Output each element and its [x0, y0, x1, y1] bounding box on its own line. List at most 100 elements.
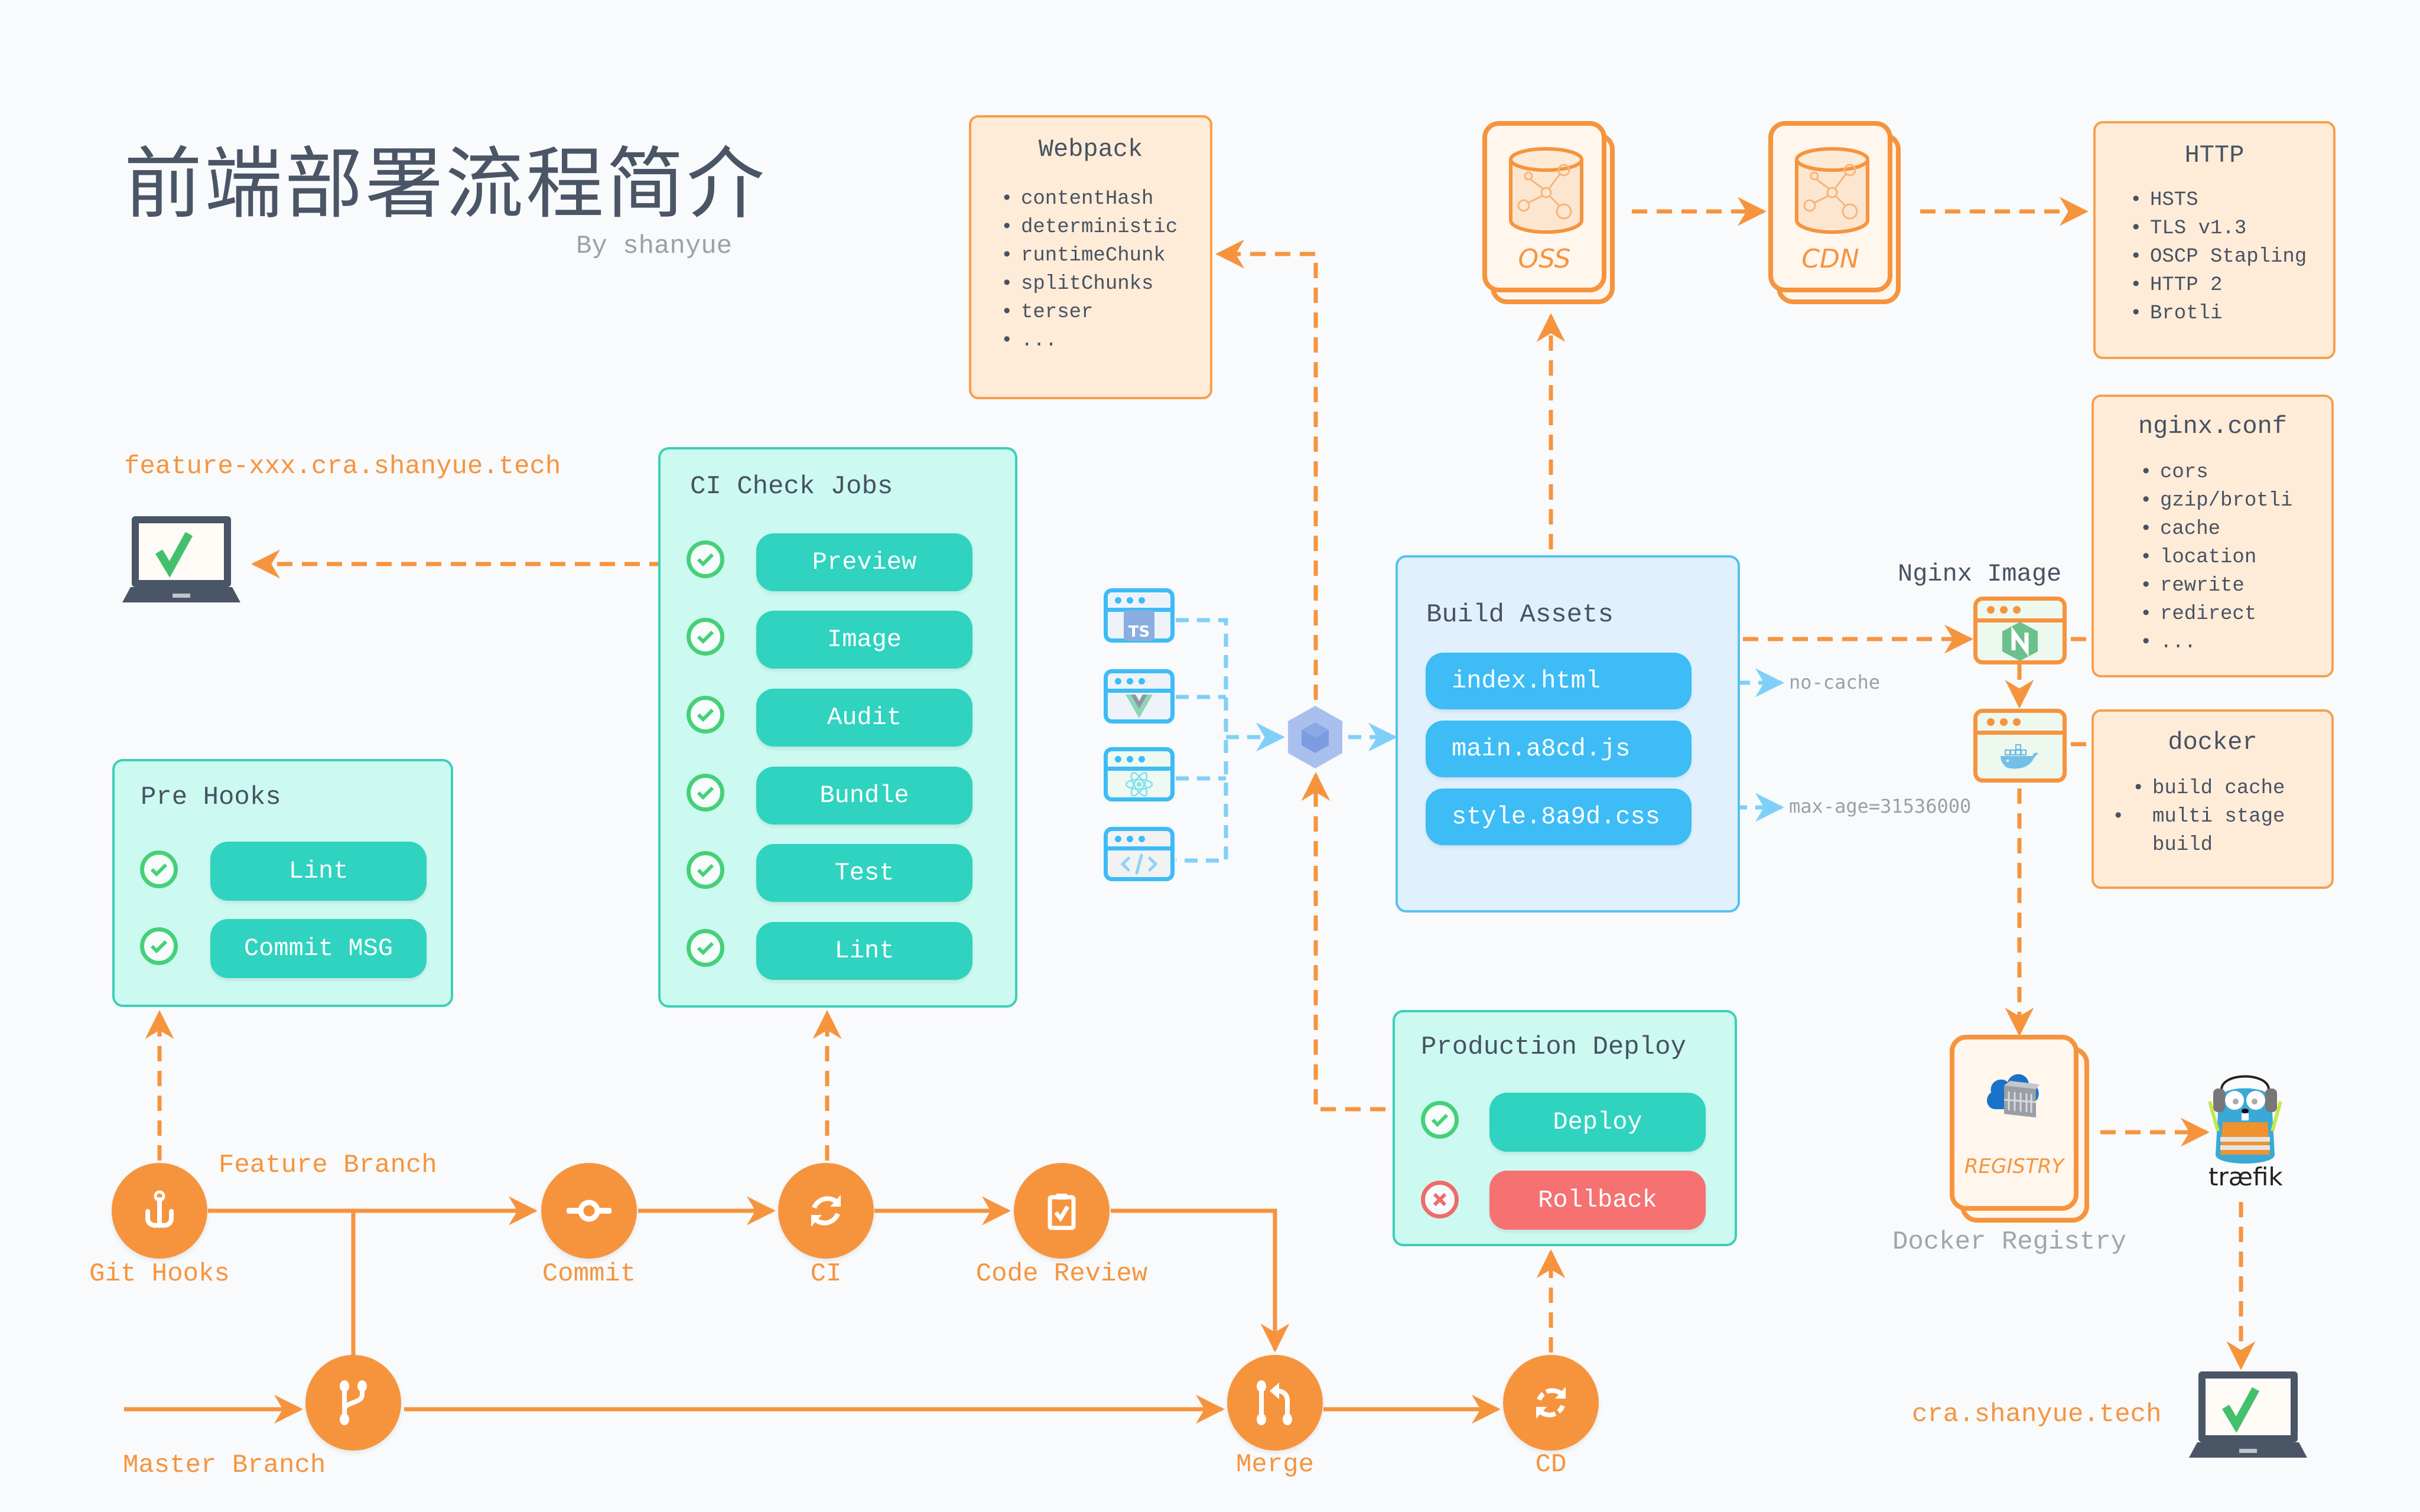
success-check-icon	[687, 929, 724, 967]
git-hooks-node[interactable]	[112, 1163, 207, 1259]
list-item: redirect	[2140, 600, 2331, 628]
list-item: splitChunks	[1001, 270, 1210, 298]
production-deploy-title: Production Deploy	[1421, 1032, 1686, 1062]
list-item: Brotli	[2130, 299, 2333, 328]
code-icon	[1108, 850, 1170, 877]
ci-label: CI	[810, 1259, 842, 1289]
list-item: ...	[1001, 327, 1210, 355]
list-item: rewrite	[2140, 572, 2331, 600]
ci-job-audit[interactable]: Audit	[756, 689, 972, 747]
list-item: cors	[2140, 458, 2331, 487]
http-config-box: HTTP HSTS TLS v1.3 OSCP Stapling HTTP 2 …	[2093, 121, 2336, 359]
success-check-icon	[140, 927, 178, 965]
typescript-icon: TS	[1108, 610, 1170, 641]
docker-list: build cache multi stage build	[2094, 774, 2304, 859]
cd-node[interactable]	[1503, 1355, 1599, 1451]
webpack-hub-to-webpack-box	[1215, 239, 1318, 700]
master-branch-label: Master Branch	[123, 1451, 326, 1480]
ci-node[interactable]	[778, 1163, 874, 1259]
git-hooks-label: Git Hooks	[89, 1259, 230, 1289]
list-item: gzip/brotli	[2140, 487, 2331, 515]
docker-registry[interactable]: REGISTRY	[1950, 1035, 2079, 1211]
nginx-image[interactable]	[1973, 597, 2067, 664]
list-item: ...	[2140, 628, 2331, 657]
docker-image[interactable]	[1973, 709, 2067, 783]
registry-icon	[1987, 1074, 2040, 1117]
list-item: multi stage build	[2132, 803, 2304, 859]
list-item: runtimeChunk	[1001, 242, 1210, 270]
pre-hook-commit-msg[interactable]: Commit MSG	[210, 919, 427, 978]
byline: By shanyue	[576, 232, 733, 261]
success-check-icon	[687, 618, 724, 656]
page-title: 前端部署流程简介	[124, 139, 767, 230]
production-url[interactable]: cra.shanyue.tech	[1912, 1400, 2161, 1429]
success-check-icon	[687, 696, 724, 734]
vue-icon	[1108, 693, 1170, 719]
database-icon	[1509, 147, 1583, 234]
asset-style-css[interactable]: style.8a9d.css	[1426, 788, 1692, 845]
react-source	[1104, 747, 1175, 801]
code-review-node[interactable]	[1014, 1163, 1110, 1259]
list-item: terser	[1001, 298, 1210, 327]
docker-title: docker	[2168, 728, 2258, 757]
ci-job-lint[interactable]: Lint	[756, 922, 972, 980]
docker-icon	[1977, 735, 2063, 778]
registry-card-label: REGISTRY	[1964, 1155, 2064, 1178]
ts-to-hub	[1176, 618, 1228, 863]
list-item: deterministic	[1001, 213, 1210, 242]
sync-icon	[811, 1195, 841, 1227]
rollback-button[interactable]: Rollback	[1489, 1171, 1706, 1230]
merge-icon	[1257, 1380, 1292, 1425]
cache-rule-no-cache: no-cache	[1789, 671, 1881, 693]
html-source	[1104, 827, 1175, 881]
nginx-conf-list: cors gzip/brotli cache location rewrite …	[2094, 458, 2331, 657]
webpack-title: Webpack	[1038, 135, 1143, 164]
traefik-label: træfik	[2208, 1162, 2283, 1191]
typescript-source: TS	[1104, 588, 1175, 643]
svg-text:TS: TS	[1128, 623, 1150, 641]
deploy-to-webpack	[1301, 772, 1385, 1112]
feature-branch-label: Feature Branch	[219, 1151, 437, 1180]
pre-hook-lint[interactable]: Lint	[210, 842, 427, 901]
branch-icon	[340, 1380, 367, 1425]
commit-node[interactable]	[541, 1163, 637, 1259]
list-item: HTTP 2	[2130, 271, 2333, 299]
commit-icon	[567, 1200, 611, 1222]
cd-label: CD	[1535, 1450, 1567, 1480]
success-check-icon	[687, 540, 724, 578]
merge-node[interactable]	[1227, 1355, 1323, 1451]
asset-index-html[interactable]: index.html	[1426, 653, 1692, 709]
ci-job-preview[interactable]: Preview	[756, 533, 972, 591]
success-check-icon	[140, 850, 178, 888]
list-item: TLS v1.3	[2130, 214, 2333, 243]
list-item: OSCP Stapling	[2130, 243, 2333, 271]
list-item: cache	[2140, 515, 2331, 543]
clipboard-check-icon	[1048, 1194, 1076, 1230]
ci-job-image[interactable]: Image	[756, 611, 972, 669]
react-icon	[1108, 771, 1170, 797]
oss-storage[interactable]: OSS	[1482, 121, 1606, 292]
ci-check-jobs-title: CI Check Jobs	[690, 472, 893, 501]
http-list: HSTS TLS v1.3 OSCP Stapling HTTP 2 Brotl…	[2096, 186, 2333, 328]
ci-job-test[interactable]: Test	[756, 844, 972, 902]
success-check-icon	[687, 774, 724, 812]
success-check-icon	[1421, 1101, 1459, 1139]
asset-main-js[interactable]: main.a8cd.js	[1426, 721, 1692, 777]
docker-registry-caption: Docker Registry	[1892, 1227, 2127, 1257]
success-check-icon	[687, 851, 724, 889]
fail-x-icon	[1421, 1181, 1459, 1218]
cdn-storage[interactable]: CDN	[1768, 121, 1892, 292]
laptop-check-icon	[122, 515, 240, 604]
list-item: HSTS	[2130, 186, 2333, 214]
ci-job-bundle[interactable]: Bundle	[756, 767, 972, 825]
preview-url[interactable]: feature-xxx.cra.shanyue.tech	[124, 452, 561, 481]
cdn-label: CDN	[1801, 244, 1859, 274]
code-review-label: Code Review	[975, 1259, 1148, 1289]
traefik-gopher-icon	[2198, 1066, 2292, 1166]
cache-rule-max-age: max-age=31536000	[1789, 795, 1972, 817]
commit-label: Commit	[542, 1259, 636, 1289]
master-branch-node[interactable]	[305, 1355, 401, 1451]
database-icon	[1795, 147, 1869, 234]
nginx-image-label: Nginx Image	[1898, 560, 2062, 588]
deploy-button[interactable]: Deploy	[1489, 1093, 1706, 1152]
